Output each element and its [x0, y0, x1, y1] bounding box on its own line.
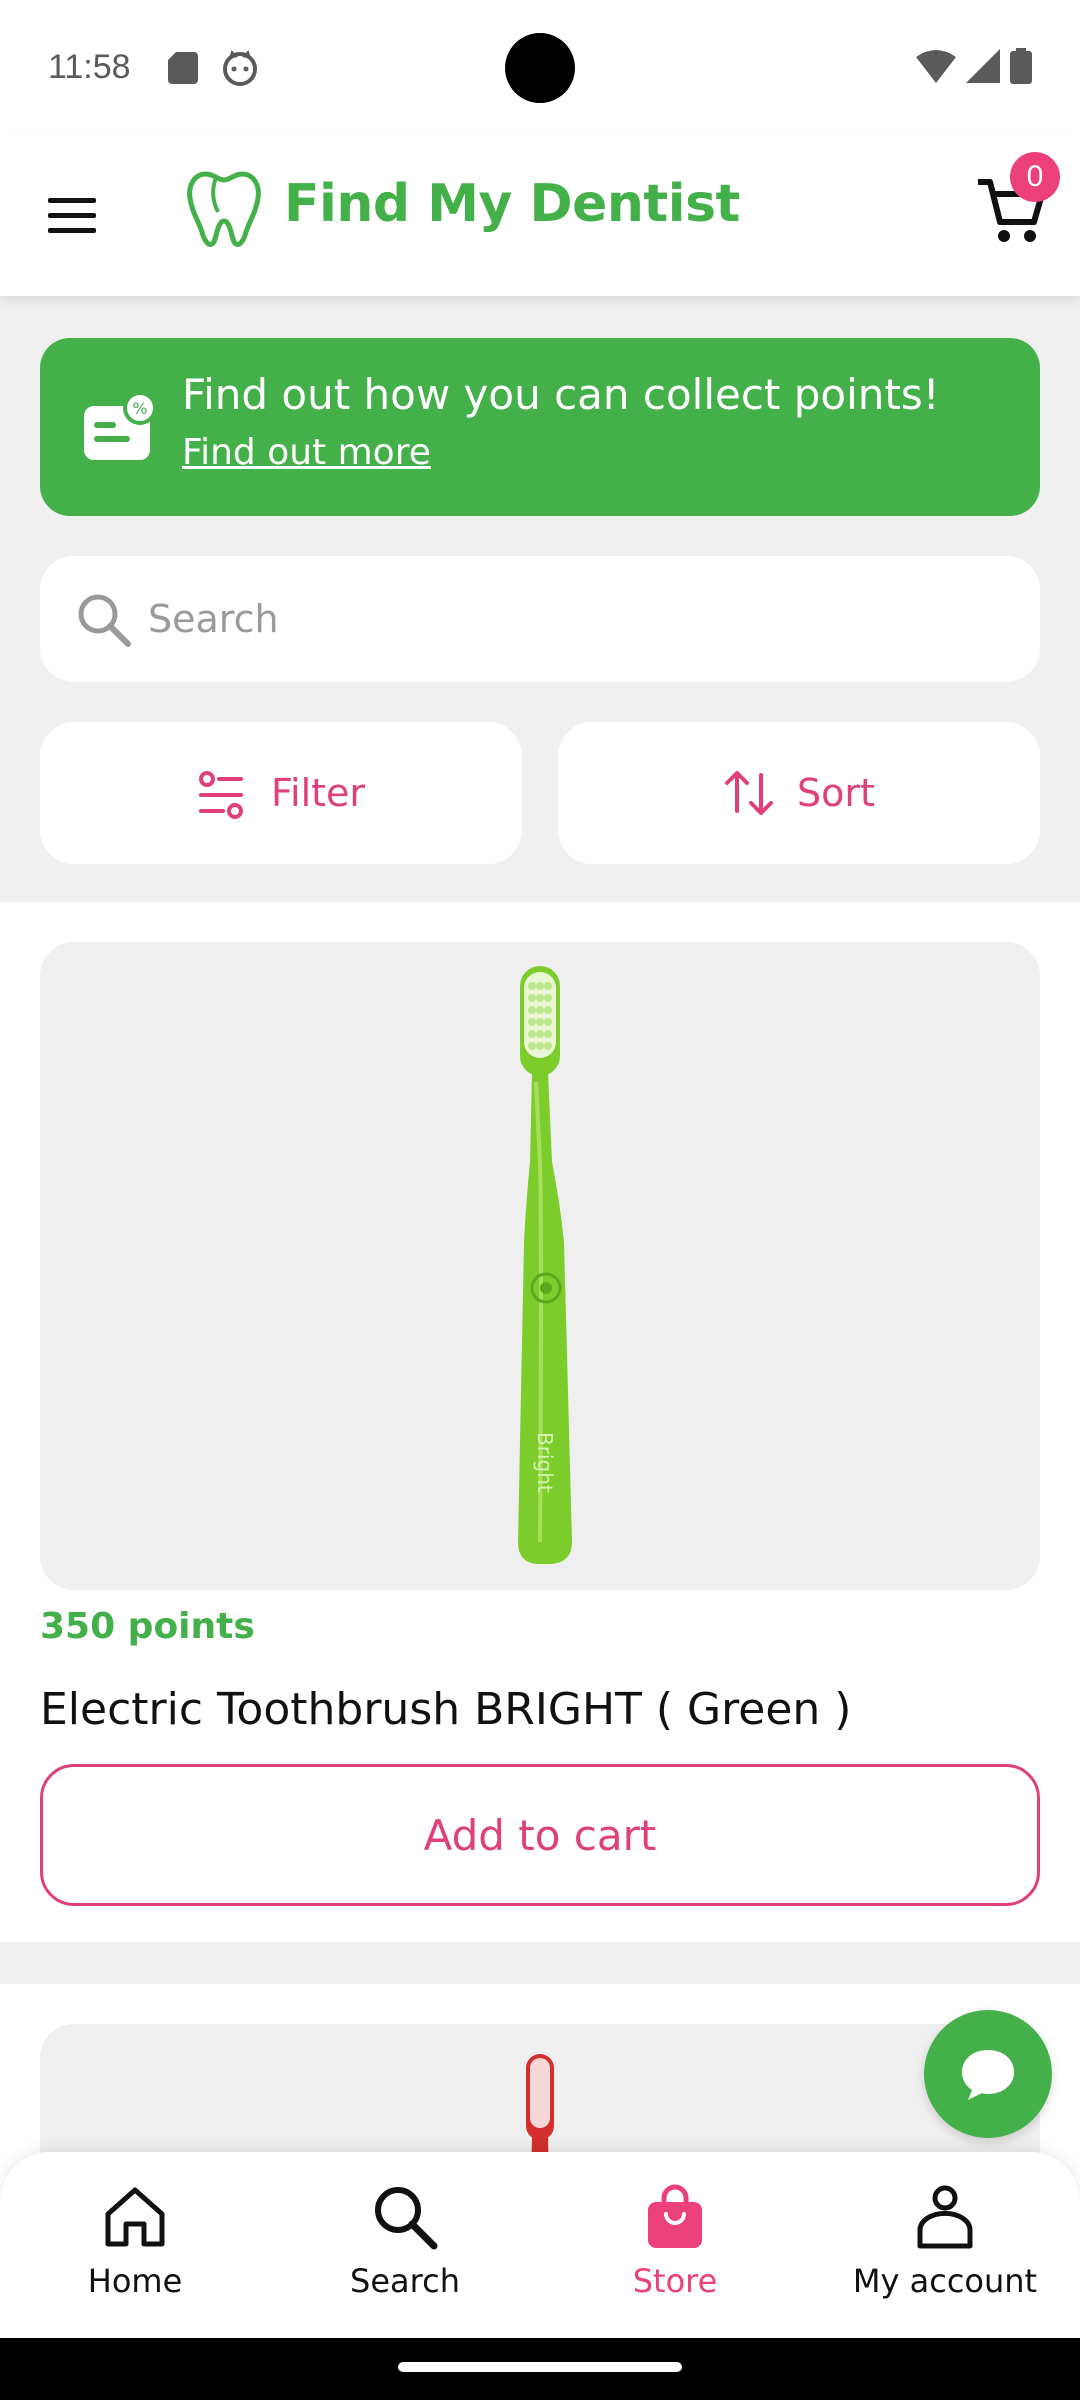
bottom-navigation: Home Search Store My account: [0, 2152, 1080, 2338]
add-to-cart-button[interactable]: Add to cart: [40, 1764, 1040, 1906]
nav-home-label: Home: [87, 2262, 183, 2300]
shopping-bag-icon: [648, 2184, 702, 2248]
nav-my-account[interactable]: My account: [810, 2152, 1080, 2338]
sort-label: Sort: [797, 771, 875, 815]
add-to-cart-label: Add to cart: [423, 1810, 657, 1860]
svg-text:%: %: [132, 399, 147, 418]
search-icon: [375, 2187, 438, 2250]
brand-title: Find My Dentist: [284, 174, 740, 234]
nav-store-label: Store: [632, 2262, 718, 2300]
signal-icon: [966, 49, 1000, 83]
chat-bubble-icon: [962, 2050, 1014, 2100]
menu-icon[interactable]: [44, 188, 100, 244]
search-icon: [78, 594, 131, 647]
sd-card-icon: [168, 52, 198, 84]
tooth-logo-icon: [187, 171, 261, 247]
nav-search-label: Search: [350, 2262, 460, 2300]
chat-button[interactable]: [924, 2010, 1052, 2138]
product-name[interactable]: Electric Toothbrush BRIGHT ( Green ): [40, 1684, 851, 1735]
filter-button[interactable]: Filter: [40, 722, 522, 864]
product-points: 350 points: [40, 1606, 255, 1647]
discount-card-icon: %: [84, 392, 157, 460]
product-image[interactable]: Bright: [40, 942, 1040, 1590]
filter-label: Filter: [270, 771, 366, 815]
app-header: Find My Dentist 0: [0, 136, 1080, 296]
nav-home[interactable]: Home: [0, 2152, 270, 2338]
wifi-icon: [916, 50, 956, 83]
nav-search[interactable]: Search: [270, 2152, 540, 2338]
toothbrush-image: Bright: [518, 966, 572, 1564]
promo-title: Find out how you can collect points!: [182, 370, 940, 419]
home-icon: [105, 2187, 165, 2247]
status-time: 11:58: [48, 48, 131, 86]
search-bar[interactable]: [40, 556, 1040, 682]
sort-icon: [725, 771, 774, 815]
nav-store[interactable]: Store: [540, 2152, 810, 2338]
status-bar: 11:58: [0, 0, 1080, 136]
home-gesture-handle[interactable]: [398, 2362, 682, 2372]
sort-button[interactable]: Sort: [558, 722, 1040, 864]
search-input[interactable]: [148, 586, 1008, 652]
camera-cutout: [505, 33, 575, 103]
cart-count-badge: 0: [1010, 152, 1060, 202]
account-icon: [917, 2185, 973, 2249]
find-out-more-link[interactable]: Find out more: [182, 432, 431, 473]
gesture-bar: [0, 2338, 1080, 2400]
product-card: Bright 350 points Electric Toothbrush BR…: [0, 902, 1080, 1942]
filter-icon: [198, 771, 243, 819]
status-icons: [916, 48, 1032, 84]
nav-my-account-label: My account: [852, 2262, 1038, 2300]
battery-icon: [1010, 48, 1032, 84]
points-promo-banner[interactable]: % Find out how you can collect points! F…: [40, 338, 1040, 516]
toothbrush-brand-text: Bright: [533, 1432, 557, 1493]
notification-face-icon: [223, 50, 257, 86]
